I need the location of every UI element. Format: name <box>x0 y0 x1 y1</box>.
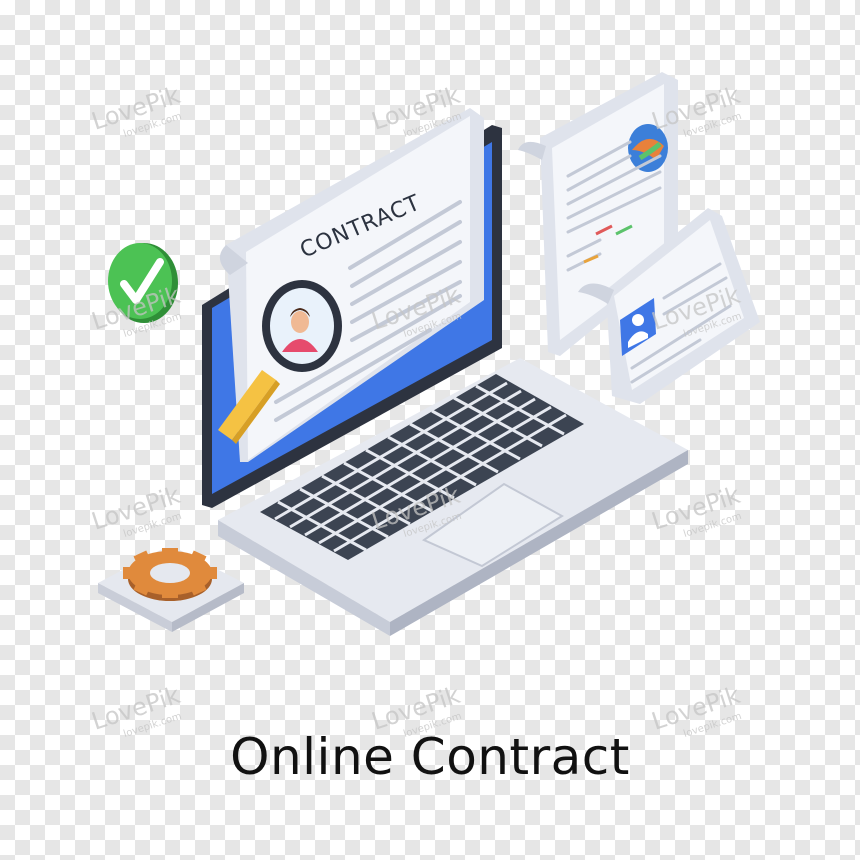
gear-tile <box>98 545 244 632</box>
caption-title: Online Contract <box>230 728 630 786</box>
